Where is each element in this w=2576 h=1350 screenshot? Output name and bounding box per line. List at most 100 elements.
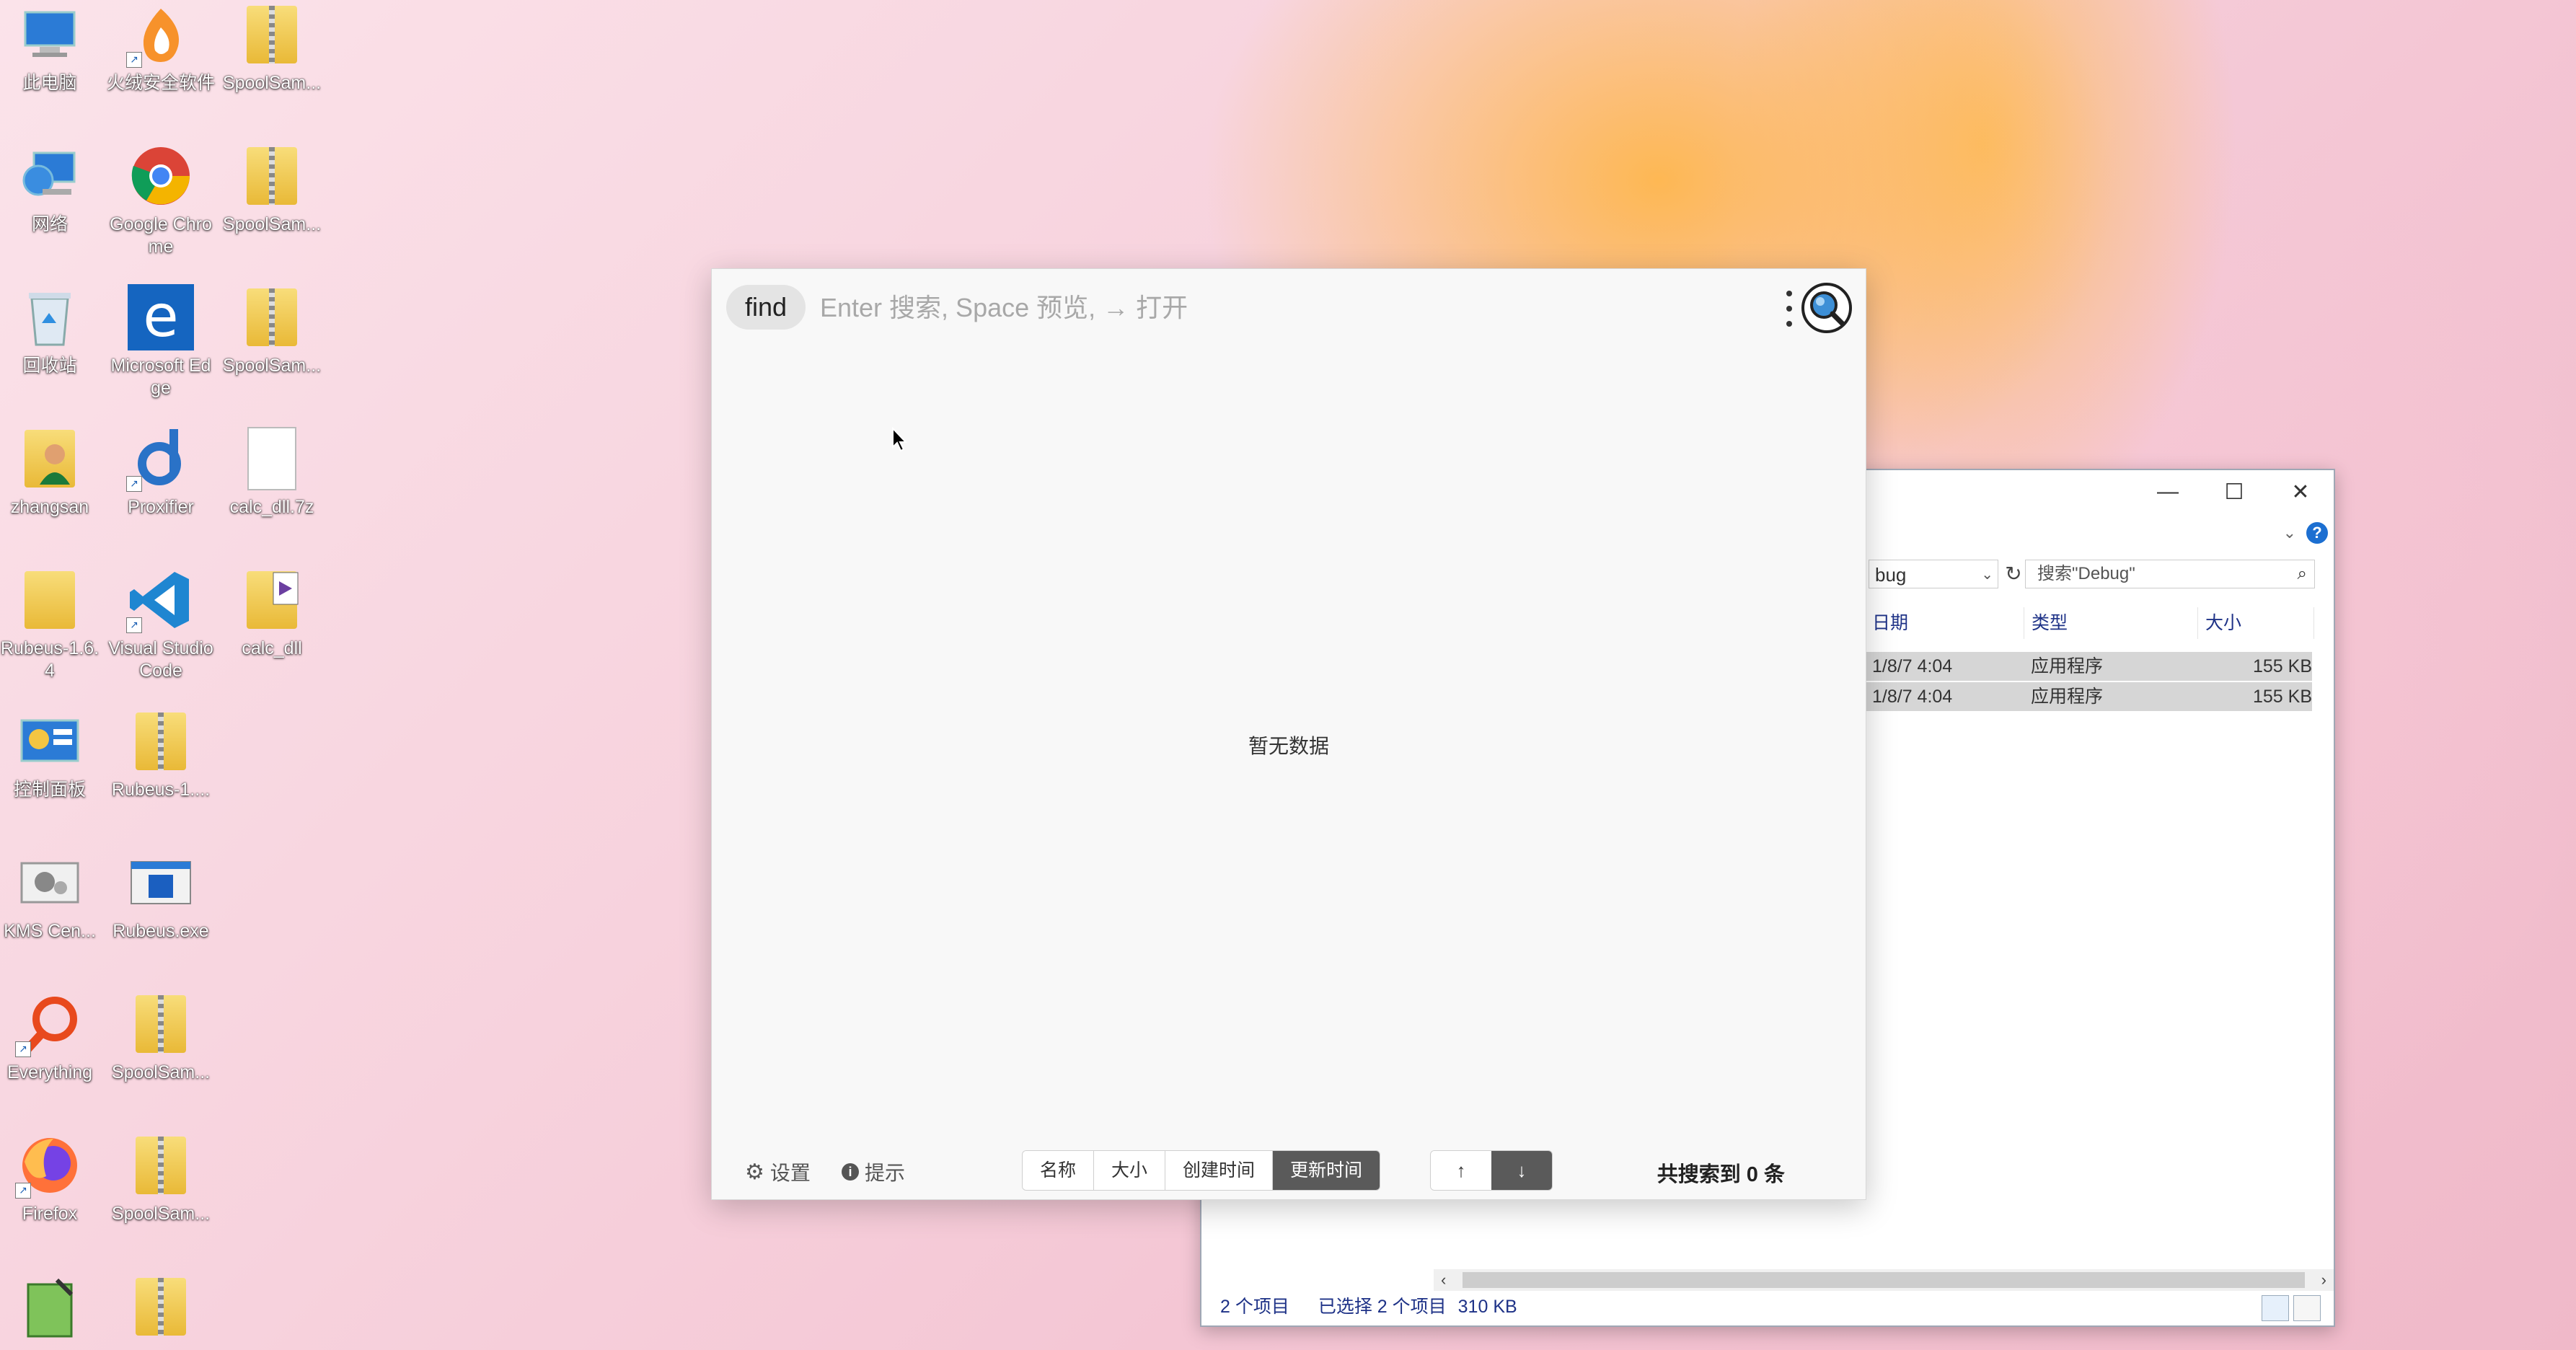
sort-ascending-button[interactable]: ↑ <box>1431 1151 1491 1190</box>
desktop-icon-firefox[interactable]: ↗ Firefox <box>0 1131 104 1225</box>
zip-folder-icon <box>126 707 195 776</box>
desktop-icon-zip-bottom[interactable] <box>107 1272 215 1341</box>
scrollbar-thumb[interactable] <box>1463 1272 2305 1288</box>
desktop-icon-label: SpoolSam... <box>222 356 322 376</box>
desktop-icon-label: 此电脑 <box>22 73 77 93</box>
empty-state-text: 暂无数据 <box>1248 735 1329 757</box>
row-type: 应用程序 <box>2031 656 2104 676</box>
chrome-icon <box>126 141 195 211</box>
desktop-icon-label: Microsoft Edge <box>110 356 211 398</box>
details-view-icon[interactable] <box>2262 1295 2289 1321</box>
column-header-type[interactable]: 类型 <box>2024 607 2198 639</box>
horizontal-scrollbar[interactable]: ‹ › <box>1434 1269 2334 1291</box>
sort-direction-group: ↑ ↓ <box>1430 1150 1553 1191</box>
find-search-input[interactable] <box>819 285 1730 331</box>
desktop-icon-label: Rubeus-1.... <box>111 780 211 800</box>
table-row[interactable]: 1/8/7 4:04 应用程序 155 KB <box>1865 682 2312 711</box>
zip-folder-icon <box>237 283 306 352</box>
desktop-icon-chrome[interactable]: Google Chrome <box>107 141 215 258</box>
computer-icon <box>15 0 84 69</box>
desktop-icon-spoolsam-6[interactable]: SpoolSam... <box>107 1131 215 1225</box>
desktop-icon-huorong[interactable]: ↗ 火绒安全软件 <box>107 0 215 94</box>
desktop-icon-label: 回收站 <box>22 356 77 376</box>
explorer-search-input[interactable]: 搜索"Debug" ⌕ <box>2025 560 2315 588</box>
scroll-right-icon[interactable]: › <box>2321 1269 2326 1291</box>
desktop-icon-network[interactable]: 网络 <box>0 141 104 236</box>
desktop-icon-label: Proxifier <box>128 497 194 517</box>
huorong-icon: ↗ <box>126 0 195 69</box>
desktop-icon-everything[interactable]: ↗ Everything <box>0 989 104 1084</box>
notepad-icon <box>15 1272 84 1341</box>
sort-by-name-button[interactable]: 名称 <box>1023 1151 1095 1190</box>
desktop-icon-spoolsam-1[interactable]: SpoolSam... <box>218 0 326 94</box>
desktop-icon-label: 控制面板 <box>13 780 86 800</box>
address-text: bug <box>1875 564 1907 586</box>
desktop-icon-proxifier[interactable]: ↗ Proxifier <box>107 424 215 519</box>
column-headers: 日期 类型 大小 <box>1865 607 2319 639</box>
maximize-button[interactable]: ☐ <box>2201 470 2267 513</box>
folder-icon <box>15 565 84 635</box>
desktop-icon-label: KMS Cen... <box>4 921 96 941</box>
tips-label: 提示 <box>865 1162 906 1184</box>
table-row[interactable]: 1/8/7 4:04 应用程序 155 KB <box>1865 652 2312 681</box>
desktop-icon-spoolsam-3[interactable]: SpoolSam... <box>218 283 326 377</box>
large-icons-view-icon[interactable] <box>2293 1295 2321 1321</box>
svg-text:e: e <box>143 284 178 350</box>
edge-icon: e <box>126 283 195 352</box>
column-header-size[interactable]: 大小 <box>2198 607 2314 639</box>
desktop-icon-spoolsam-2[interactable]: SpoolSam... <box>218 141 326 236</box>
desktop-icon-rubeus-exe[interactable]: Rubeus.exe <box>107 848 215 943</box>
desktop-icon-edge[interactable]: e Microsoft Edge <box>107 283 215 400</box>
row-date: 1/8/7 4:04 <box>1872 687 1953 707</box>
chevron-down-icon[interactable]: ⌄ <box>1981 560 1993 589</box>
desktop-icon-label: Google Chrome <box>110 214 212 257</box>
find-window[interactable]: find 暂无数据 ⚙ 设置 i 提示 名称 大小 创建时间 更新时间 ↑ ↓ … <box>711 268 1866 1200</box>
desktop-icon-control-panel[interactable]: 控制面板 <box>0 707 104 801</box>
desktop-icon-kms[interactable]: KMS Cen... <box>0 848 104 943</box>
chevron-down-icon[interactable]: ⌄ <box>2283 524 2296 542</box>
desktop-icon-spoolsam-5[interactable]: SpoolSam... <box>107 989 215 1084</box>
sort-by-updated-button[interactable]: 更新时间 <box>1273 1151 1380 1190</box>
search-icon: ⌕ <box>2297 564 2307 583</box>
desktop-icon-vscode[interactable]: ↗ Visual Studio Code <box>107 565 215 682</box>
sort-by-size-button[interactable]: 大小 <box>1094 1151 1166 1190</box>
refresh-icon[interactable]: ↻ <box>2001 560 2026 588</box>
tips-link[interactable]: i 提示 <box>842 1157 905 1186</box>
search-logo-icon[interactable] <box>1801 282 1853 334</box>
info-icon: i <box>842 1163 859 1181</box>
row-size: 155 KB <box>2252 656 2312 676</box>
more-options-icon[interactable] <box>1783 291 1795 327</box>
minimize-button[interactable]: — <box>2135 470 2201 513</box>
desktop-icon-calc-dll[interactable]: calc_dll <box>218 565 326 660</box>
desktop-icon-rubeus-zip[interactable]: Rubeus-1.... <box>107 707 215 801</box>
desktop-icon-label: calc_dll <box>242 638 302 658</box>
desktop-icon-notepad[interactable] <box>0 1272 104 1341</box>
scroll-left-icon[interactable]: ‹ <box>1441 1269 1446 1291</box>
result-count: 共搜索到 0 条 <box>1657 1163 1785 1186</box>
find-footer: ⚙ 设置 i 提示 名称 大小 创建时间 更新时间 ↑ ↓ 共搜索到 0 条 <box>712 1142 1866 1199</box>
shortcut-arrow-icon: ↗ <box>126 617 142 633</box>
status-size: 310 KB <box>1457 1297 1517 1317</box>
firefox-icon: ↗ <box>15 1131 84 1200</box>
network-icon <box>15 141 84 211</box>
address-bar[interactable]: bug ⌄ <box>1869 560 1998 588</box>
help-icon[interactable]: ? <box>2306 522 2328 544</box>
desktop-icon-label: zhangsan <box>10 497 89 517</box>
sort-descending-button[interactable]: ↓ <box>1491 1151 1552 1190</box>
desktop-icon-rubeus-folder[interactable]: Rubeus-1.6.4 <box>0 565 104 682</box>
desktop-icon-recycle-bin[interactable]: 回收站 <box>0 283 104 377</box>
desktop-icon-calc-7z[interactable]: calc_dll.7z <box>218 424 326 519</box>
desktop-icon-label: SpoolSam... <box>111 1062 211 1082</box>
shortcut-arrow-icon: ↗ <box>126 476 142 492</box>
zip-folder-icon <box>237 0 306 69</box>
column-header-date[interactable]: 日期 <box>1865 607 2024 639</box>
close-button[interactable]: ✕ <box>2267 470 2334 513</box>
find-tag: find <box>726 285 806 330</box>
desktop-icon-label: Rubeus.exe <box>113 921 209 941</box>
view-toggle <box>2262 1295 2321 1321</box>
settings-link[interactable]: ⚙ 设置 <box>745 1157 811 1186</box>
desktop-icon-zhangsan[interactable]: zhangsan <box>0 424 104 519</box>
desktop-icon-label: 网络 <box>31 214 68 234</box>
sort-by-created-button[interactable]: 创建时间 <box>1165 1151 1274 1190</box>
desktop-icon-this-pc[interactable]: 此电脑 <box>0 0 104 94</box>
